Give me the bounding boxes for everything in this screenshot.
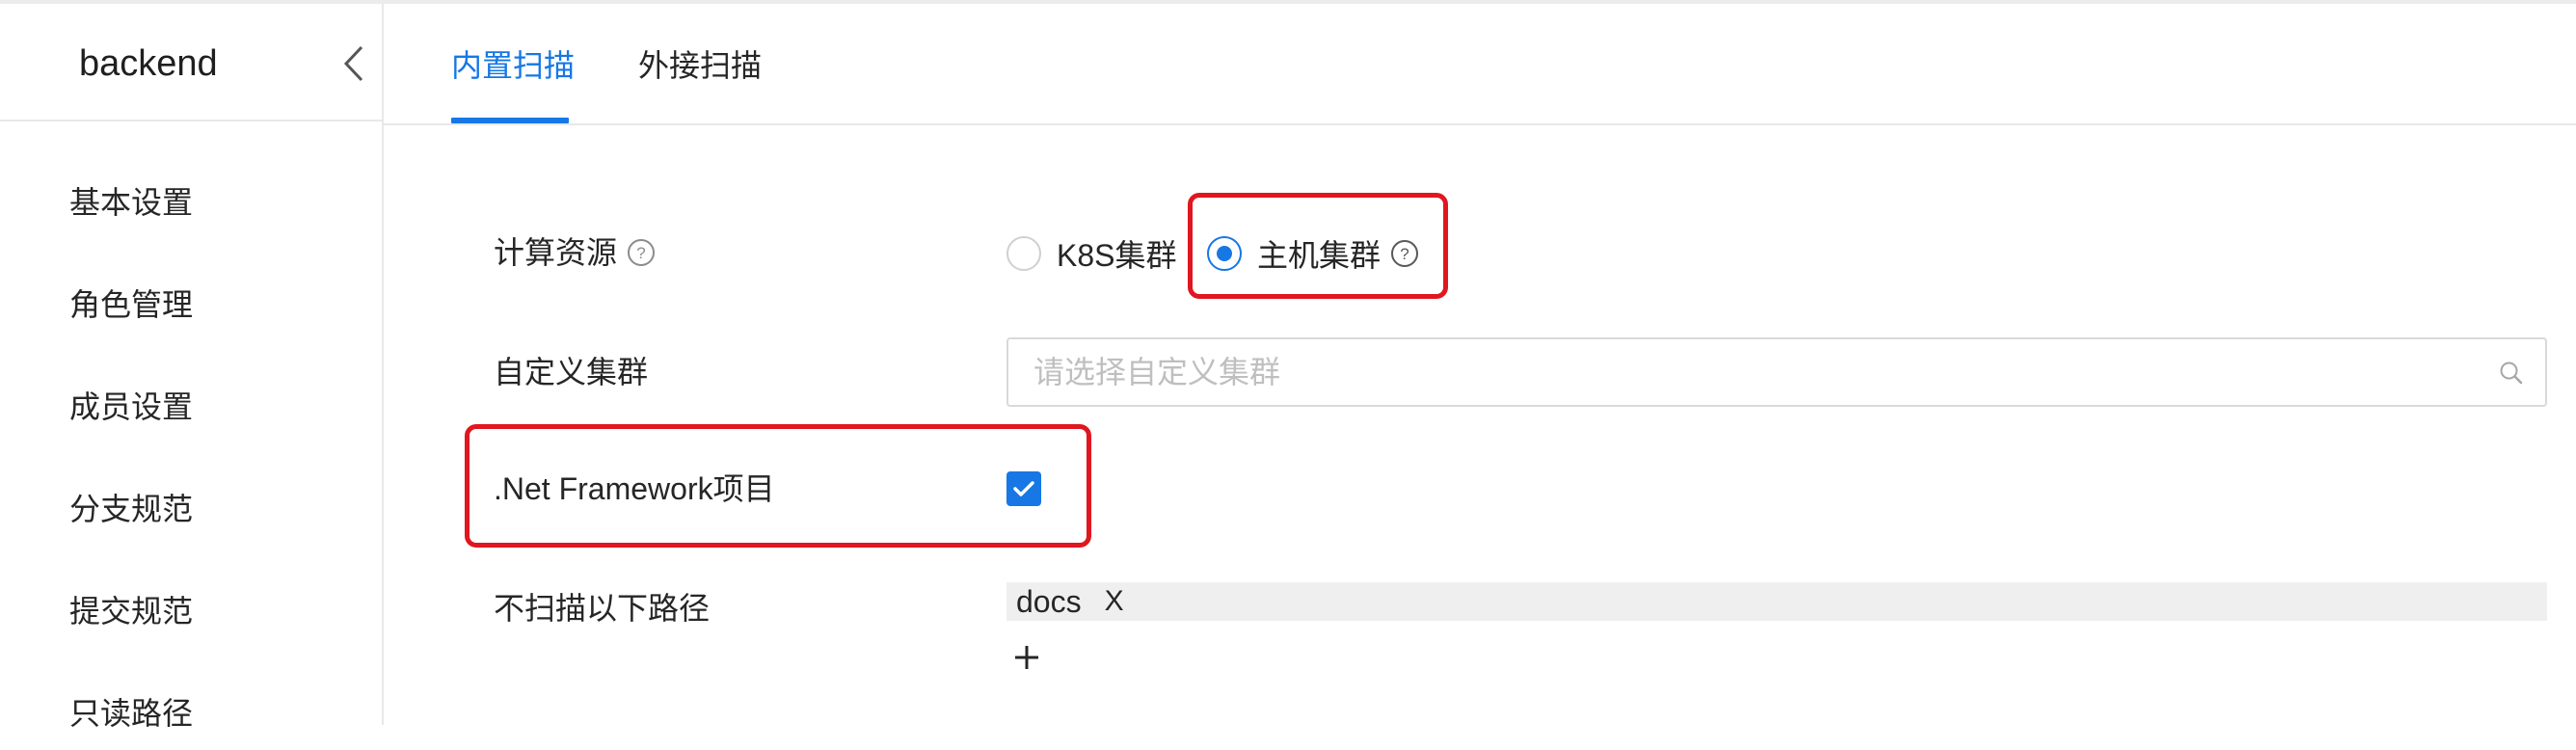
compute-resource-label-text: 计算资源 [494, 235, 618, 270]
path-tag-label: docs [1016, 583, 1082, 619]
sidebar-item-label: 成员设置 [69, 389, 194, 424]
sidebar-item-label: 角色管理 [69, 287, 194, 322]
sidebar-item-label: 基本设置 [69, 185, 194, 220]
sidebar-item-label: 只读路径 [69, 696, 194, 731]
sidebar-item-readonly-paths[interactable]: 只读路径 [0, 673, 382, 750]
svg-text:?: ? [1400, 245, 1409, 263]
custom-cluster-placeholder: 请选择自定义集群 [1033, 355, 1281, 389]
sidebar-item-branch-rules[interactable]: 分支规范 [0, 469, 382, 546]
sidebar-header: backend [0, 4, 382, 121]
radio-label: K8S集群 [1057, 238, 1177, 273]
sidebar-item-commit-rules[interactable]: 提交规范 [0, 571, 382, 648]
remove-tag-button[interactable]: X [1105, 585, 1124, 618]
sidebar-item-basic-settings[interactable]: 基本设置 [0, 162, 382, 239]
path-tag: docs X [1016, 582, 1124, 621]
collapse-sidebar-button[interactable] [339, 42, 368, 85]
plus-icon [1015, 646, 1038, 669]
custom-cluster-select[interactable]: 请选择自定义集群 [1006, 337, 2547, 407]
sidebar-item-label: 提交规范 [69, 594, 194, 629]
tab-external-scan[interactable]: 外接扫描 [638, 42, 762, 89]
compute-resource-label: 计算资源 ? [494, 231, 656, 274]
net-framework-checkbox[interactable] [1006, 471, 1041, 506]
net-framework-label: .Net Framework项目 [494, 471, 775, 506]
radio-k8s-cluster[interactable]: K8S集群 [1006, 231, 1177, 276]
radio-label: 主机集群 [1257, 238, 1382, 273]
sidebar-item-label: 分支规范 [69, 492, 194, 526]
app-title: backend [79, 43, 218, 84]
search-icon [2499, 361, 2524, 390]
active-tab-indicator [451, 118, 569, 123]
exclude-paths-label: 不扫描以下路径 [494, 591, 711, 626]
help-icon[interactable]: ? [627, 238, 656, 267]
add-path-button[interactable] [1012, 642, 1041, 671]
help-icon[interactable]: ? [1390, 239, 1419, 268]
radio-circle [1207, 236, 1242, 271]
sidebar: backend 基本设置 角色管理 成员设置 分支规范 提交规范 只读路径 [0, 4, 384, 731]
sidebar-item-member-settings[interactable]: 成员设置 [0, 366, 382, 443]
radio-host-cluster[interactable]: 主机集群 ? [1207, 231, 1419, 276]
tab-builtin-scan[interactable]: 内置扫描 [451, 42, 575, 89]
exclude-paths-tags: docs X [1006, 582, 2547, 621]
radio-circle [1006, 236, 1041, 271]
chevron-left-icon [343, 45, 363, 82]
svg-text:?: ? [636, 244, 645, 262]
tabs-bar: 内置扫描 外接扫描 [384, 4, 2576, 125]
sidebar-item-role-management[interactable]: 角色管理 [0, 264, 382, 341]
custom-cluster-label: 自定义集群 [494, 355, 649, 389]
check-icon [1013, 481, 1034, 496]
